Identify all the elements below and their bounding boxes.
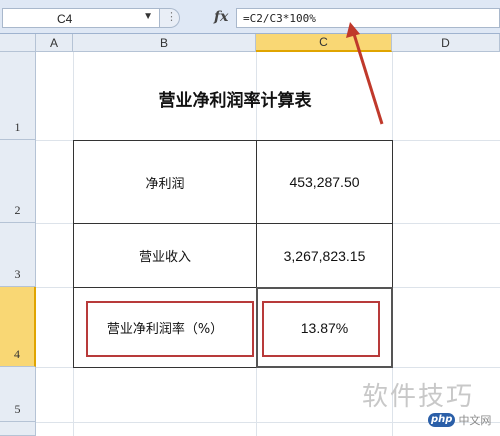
site-name: 中文网 bbox=[458, 414, 492, 427]
annotation-arrow bbox=[346, 22, 384, 125]
watermark-site: php 中文网 bbox=[428, 412, 491, 428]
php-logo: php bbox=[428, 413, 456, 427]
arrow-head bbox=[346, 22, 360, 38]
arrow-shaft bbox=[352, 33, 384, 125]
watermark-text: 软件技巧 bbox=[362, 382, 475, 412]
